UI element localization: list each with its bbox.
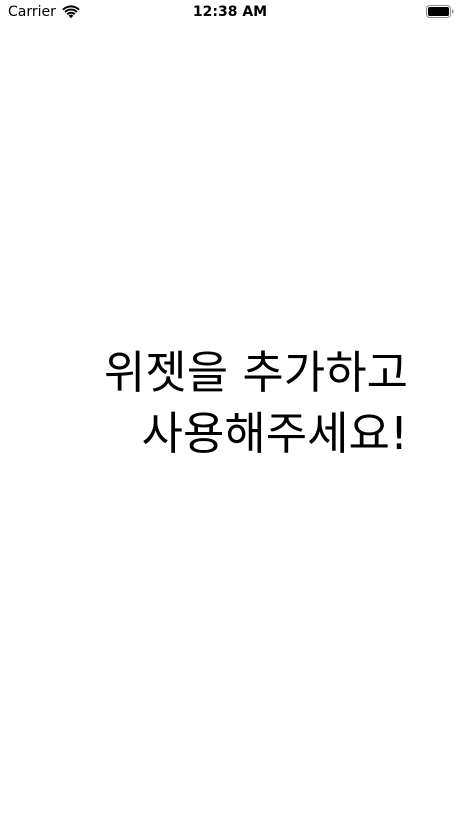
- message-line-1: 위젯을 추가하고: [103, 346, 408, 399]
- status-time: 12:38 AM: [192, 4, 268, 20]
- status-bar: Carrier 12:38 AM: [0, 0, 460, 24]
- battery-icon: [426, 5, 454, 18]
- app-screen: Carrier 12:38 AM 위젯을 추가하고 사용해주세요!: [0, 0, 460, 818]
- empty-widget-message: 위젯을 추가하고 사용해주세요!: [0, 342, 460, 464]
- message-line-2: 사용해주세요!: [141, 407, 408, 460]
